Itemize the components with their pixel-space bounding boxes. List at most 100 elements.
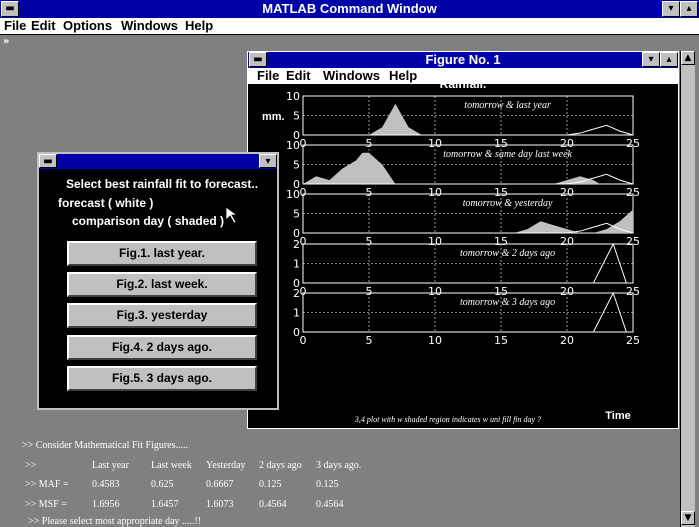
y-tick-label: 10 <box>286 90 300 103</box>
console-msf-value: 0.4564 <box>259 499 287 510</box>
y-tick-label: 10 <box>286 139 300 152</box>
console-header-prompt: >> <box>25 460 37 471</box>
console-maf-value: 0.4583 <box>92 479 120 490</box>
panel-label: tomorrow & same day last week <box>443 149 572 160</box>
console-maf-value: 0.6667 <box>206 479 234 490</box>
menu-edit[interactable]: Edit <box>31 18 56 34</box>
figure-menu-help[interactable]: Help <box>389 68 417 84</box>
fig3-yesterday-button[interactable]: Fig.3. yesterday <box>67 303 257 328</box>
dialog-forecast-note: forecast ( white ) <box>58 196 154 210</box>
rainfall-chart: Rainfall.mm.0510tomorrow & last year0 5 10… <box>262 84 640 424</box>
figure-menubar: File Edit Windows Help <box>248 68 678 84</box>
figure-title: Figure No. 1 <box>425 52 501 67</box>
figure-menu-windows[interactable]: Windows <box>323 68 380 84</box>
main-menubar: File Edit Options Windows Help <box>0 18 699 35</box>
scroll-down-icon[interactable]: ▼ <box>681 511 695 525</box>
x-tick-label: 0 <box>300 334 307 347</box>
x-tick-label: 25 <box>626 334 640 347</box>
console-msf-label: >> MSF = <box>25 499 67 510</box>
y-tick-label: 2 <box>293 287 300 300</box>
x-tick-label: 20 <box>560 186 574 199</box>
x-tick-label: 20 <box>560 235 574 248</box>
y-tick-label: 1 <box>293 258 300 271</box>
fig5-three-days-ago-button[interactable]: Fig.5. 3 days ago. <box>67 366 257 391</box>
x-tick-label: 5 <box>366 285 373 298</box>
figure-menu-file[interactable]: File <box>257 68 279 84</box>
fit-selection-dialog: ▬ ▾ Select best rainfall fit to forecast… <box>37 152 279 410</box>
chart-title: Rainfall. <box>440 84 487 91</box>
x-tick-label: 5 <box>366 235 373 248</box>
y-axis-label: mm. <box>262 111 285 123</box>
menu-help[interactable]: Help <box>185 18 213 34</box>
console-msf-value: 1.6073 <box>206 499 234 510</box>
x-tick-label: 5 <box>366 334 373 347</box>
panel-label: tomorrow & 3 days ago <box>460 297 555 308</box>
panel-label: tomorrow & yesterday <box>463 198 553 209</box>
fig1-last-year-button[interactable]: Fig.1. last year. <box>67 241 257 266</box>
scroll-up-icon[interactable]: ▲ <box>681 51 695 65</box>
console-output: >> Consider Mathematical Fit Figures....… <box>0 436 679 527</box>
console-header-cell: Yesterday <box>206 460 246 471</box>
figure-menu-edit[interactable]: Edit <box>286 68 311 84</box>
panel-label: tomorrow & last year <box>464 100 551 111</box>
dialog-system-menu-icon[interactable]: ▬ <box>39 154 57 168</box>
console-header-cell: Last week <box>151 460 192 471</box>
figure-minimize-icon[interactable]: ▾ <box>642 52 660 67</box>
x-tick-label: 15 <box>494 235 508 248</box>
y-tick-label: 5 <box>293 159 300 172</box>
y-tick-label: 5 <box>293 110 300 123</box>
forecast-line <box>303 124 634 136</box>
console-maf-value: 0.625 <box>151 479 174 490</box>
console-maf-value: 0.125 <box>259 479 282 490</box>
figure-system-menu-icon[interactable]: ▬ <box>249 52 267 67</box>
console-intro: >> Consider Mathematical Fit Figures....… <box>22 440 188 451</box>
console-msf-value: 1.6457 <box>151 499 179 510</box>
fig2-last-week-button[interactable]: Fig.2. last week. <box>67 272 257 297</box>
figure-titlebar[interactable]: Figure No. 1 <box>248 52 678 68</box>
y-tick-label: 1 <box>293 307 300 320</box>
menu-file[interactable]: File <box>4 18 26 34</box>
console-maf-value: 0.125 <box>316 479 339 490</box>
menu-windows[interactable]: Windows <box>121 18 178 34</box>
y-tick-label: 5 <box>293 208 300 221</box>
comparison-area <box>303 209 633 233</box>
x-tick-label: 10 <box>428 186 442 199</box>
x-tick-label: 5 <box>366 137 373 150</box>
vertical-scrollbar[interactable]: ▲ ▼ <box>680 51 695 527</box>
chart-footnote: 3,4 plot with w shaded region indicates … <box>354 415 541 424</box>
x-tick-label: 20 <box>560 334 574 347</box>
system-menu-icon[interactable]: ▬ <box>1 1 19 17</box>
main-window-titlebar[interactable]: MATLAB Command Window <box>0 0 699 18</box>
x-tick-label: 10 <box>428 137 442 150</box>
menu-options[interactable]: Options <box>63 18 112 34</box>
mouse-pointer-icon <box>225 206 239 224</box>
command-prompt: » <box>3 36 10 47</box>
console-maf-label: >> MAF = <box>25 479 69 490</box>
x-tick-label: 10 <box>428 334 442 347</box>
x-tick-label: 10 <box>428 235 442 248</box>
x-axis-label: Time <box>605 410 630 422</box>
console-header-cell: 2 days ago <box>259 460 302 471</box>
forecast-line <box>303 222 634 234</box>
y-tick-label: 2 <box>293 238 300 251</box>
dialog-instruction: Select best rainfall fit to forecast.. <box>66 177 259 191</box>
console-msf-value: 0.4564 <box>316 499 344 510</box>
console-footer: >> Please select most appropriate day ..… <box>28 516 202 527</box>
console-header-cell: 3 days ago. <box>316 460 362 471</box>
dialog-titlebar[interactable] <box>39 154 277 169</box>
y-tick-label: 10 <box>286 188 300 201</box>
x-tick-label: 5 <box>366 186 373 199</box>
console-header-cell: Last year <box>92 460 129 471</box>
panel-label: tomorrow & 2 days ago <box>460 248 555 259</box>
minimize-icon[interactable]: ▾ <box>662 1 680 17</box>
main-window-title: MATLAB Command Window <box>262 1 437 16</box>
x-tick-label: 10 <box>428 285 442 298</box>
fig4-two-days-ago-button[interactable]: Fig.4. 2 days ago. <box>67 335 257 360</box>
maximize-icon[interactable]: ▴ <box>680 1 698 17</box>
x-tick-label: 20 <box>560 285 574 298</box>
x-tick-label: 15 <box>494 334 508 347</box>
figure-maximize-icon[interactable]: ▴ <box>660 52 678 67</box>
figure-window: Figure No. 1 ▬ ▾ ▴ File Edit Windows Hel… <box>247 51 679 429</box>
dialog-minimize-icon[interactable]: ▾ <box>259 154 277 168</box>
console-msf-value: 1.6956 <box>92 499 120 510</box>
